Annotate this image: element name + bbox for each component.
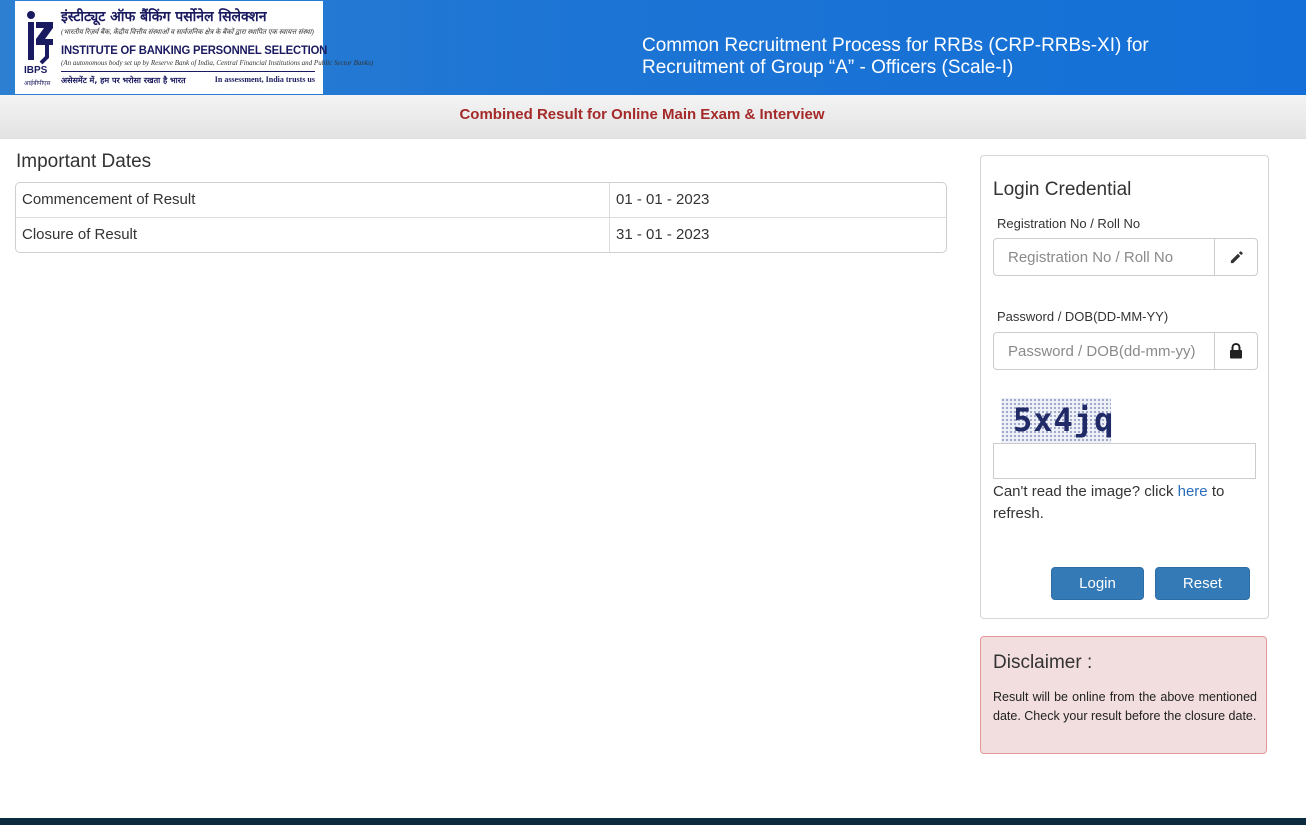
registration-label: Registration No / Roll No <box>997 216 1141 231</box>
logo-hindi-subtitle: (भारतीय रिज़र्व बैंक, केंद्रीय वित्तीय स… <box>61 28 314 36</box>
password-input[interactable] <box>994 333 1214 369</box>
password-input-group <box>993 332 1258 370</box>
logo-hindi-tagline: असेसमेंट में, हम पर भरोसा रखता है भारत <box>61 76 186 85</box>
login-panel: Login Credential Registration No / Roll … <box>980 155 1269 619</box>
captcha-text: 5x4jq <box>1013 401 1115 439</box>
logo-english-name: INSTITUTE OF BANKING PERSONNEL SELECTION <box>61 43 328 57</box>
logo-abbreviation-hindi: आईबीपीएस <box>24 80 51 87</box>
reset-button[interactable]: Reset <box>1155 567 1250 600</box>
registration-input-group <box>993 238 1258 276</box>
login-button[interactable]: Login <box>1051 567 1144 600</box>
subtitle-bar: Combined Result for Online Main Exam & I… <box>0 95 1306 139</box>
date-value: 31 - 01 - 2023 <box>616 226 710 243</box>
table-row: Commencement of Result 01 - 01 - 2023 <box>16 183 946 217</box>
captcha-input[interactable] <box>993 443 1256 479</box>
disclaimer-title: Disclaimer : <box>993 652 1093 673</box>
login-title: Login Credential <box>993 179 1132 200</box>
date-label: Closure of Result <box>16 218 610 252</box>
password-label: Password / DOB(DD-MM-YY) <box>997 309 1169 324</box>
date-value: 01 - 01 - 2023 <box>616 191 710 208</box>
registration-input[interactable] <box>994 239 1214 275</box>
logo-english-subtitle: (An autonomous body set up by Reserve Ba… <box>61 59 374 67</box>
important-dates-heading: Important Dates <box>16 151 152 172</box>
pencil-icon <box>1214 239 1257 275</box>
table-row: Closure of Result 31 - 01 - 2023 <box>16 217 946 252</box>
page-title-line-2: Recruitment of Group “A” - Officers (Sca… <box>642 57 1014 78</box>
page-header: IBPS आईबीपीएस इंस्टीट्यूट ऑफ बैंकिंग पर्… <box>0 0 1306 95</box>
logo-abbreviation: IBPS <box>24 65 48 76</box>
important-dates-table: Commencement of Result 01 - 01 - 2023 Cl… <box>15 182 947 253</box>
refresh-prefix: Can't read the image? click <box>993 483 1178 500</box>
disclaimer-text: Result will be online from the above men… <box>993 690 1257 723</box>
logo-english-tagline: In assessment, India trusts us <box>214 75 315 84</box>
logo-hindi-name: इंस्टीट्यूट ऑफ बैंकिंग पर्सोनेल सिलेक्शन <box>61 9 267 25</box>
logo-divider <box>61 71 315 72</box>
lock-icon <box>1214 333 1257 369</box>
result-subtitle: Combined Result for Online Main Exam & I… <box>459 106 825 123</box>
captcha-refresh-link[interactable]: here <box>1178 483 1208 500</box>
date-label: Commencement of Result <box>16 183 610 217</box>
page-title-line-1: Common Recruitment Process for RRBs (CRP… <box>642 35 1149 56</box>
captcha-image: 5x4jq <box>1001 398 1115 444</box>
captcha-refresh-text: Can't read the image? click here to refr… <box>993 481 1258 525</box>
ibps-emblem-icon <box>27 11 53 65</box>
disclaimer-box: Disclaimer : Result will be online from … <box>980 636 1267 754</box>
page-title: Common Recruitment Process for RRBs (CRP… <box>642 35 1242 79</box>
ibps-logo: IBPS आईबीपीएस इंस्टीट्यूट ऑफ बैंकिंग पर्… <box>15 1 373 94</box>
footer-bar <box>0 818 1306 825</box>
